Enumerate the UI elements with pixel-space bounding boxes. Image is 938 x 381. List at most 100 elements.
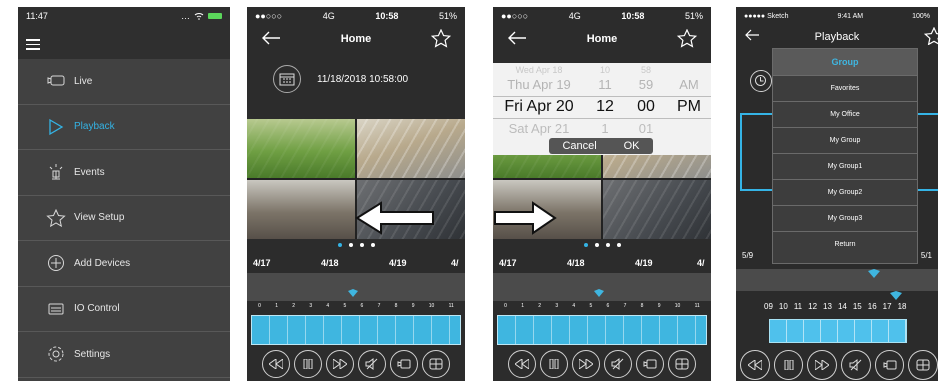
- group-dropdown[interactable]: Group Favorites My Office My Group My Gr…: [772, 48, 918, 264]
- page-dot-active[interactable]: [337, 243, 342, 247]
- settings-gear-icon: [48, 346, 64, 362]
- menu-item-add-devices[interactable]: Add Devices: [18, 241, 230, 287]
- hour-scale: 0 1 2 3 4 5 6 7 8 9 10 11: [247, 303, 465, 315]
- menu-item-io-control[interactable]: IO Control: [18, 287, 230, 332]
- menu-header: 11:47 …: [18, 7, 230, 59]
- picker-hour: 1: [601, 121, 609, 136]
- hour-label: 5: [589, 303, 593, 309]
- mute-button[interactable]: [604, 350, 632, 378]
- dropdown-item-my-group3[interactable]: My Group3: [773, 205, 917, 231]
- page-dots: [493, 243, 711, 247]
- recording-bar[interactable]: [497, 315, 707, 345]
- date-label: 4/19: [389, 258, 407, 268]
- menu-item-live[interactable]: Live: [18, 59, 230, 105]
- timeline-track[interactable]: [493, 273, 711, 301]
- camera-view-warehouse[interactable]: [357, 119, 465, 178]
- page-dot[interactable]: [594, 243, 599, 247]
- page-title: Home: [340, 33, 372, 45]
- dropdown-item-my-group1[interactable]: My Group1: [773, 153, 917, 179]
- timeline-marker-icon[interactable]: [594, 289, 604, 297]
- dropdown-item-favorites[interactable]: Favorites: [773, 75, 917, 101]
- pause-button[interactable]: [540, 350, 568, 378]
- swipe-left-arrow-icon: [355, 201, 434, 235]
- timeline-track[interactable]: [247, 273, 465, 301]
- hour-label: 9: [411, 303, 415, 309]
- favorite-star-icon[interactable]: [431, 29, 451, 48]
- playback-icon: [49, 118, 64, 135]
- fast-forward-button[interactable]: [572, 350, 600, 378]
- pause-button[interactable]: [773, 350, 804, 380]
- menu-item-events[interactable]: Events: [18, 150, 230, 196]
- ok-button[interactable]: OK: [624, 140, 640, 152]
- menu-item-label: Settings: [74, 348, 111, 360]
- live-view-button[interactable]: [390, 350, 418, 378]
- star-outline-icon: [46, 208, 66, 227]
- calendar-icon[interactable]: [273, 65, 301, 93]
- timeline-marker-icon[interactable]: [868, 269, 880, 278]
- rewind-button[interactable]: [262, 350, 290, 378]
- status-carrier: ●●○○○: [501, 11, 529, 21]
- status-time: 10:58: [621, 11, 645, 21]
- nav-bar: Home: [247, 25, 465, 53]
- cancel-button[interactable]: Cancel: [562, 140, 596, 152]
- date-selector[interactable]: 11/18/2018 10:58:00: [247, 63, 465, 95]
- rewind-button[interactable]: [508, 350, 536, 378]
- picker-period: [667, 121, 711, 136]
- fast-forward-button[interactable]: [326, 350, 354, 378]
- picker-period: PM: [677, 98, 701, 115]
- menu-item-view-setup[interactable]: View Setup: [18, 196, 230, 241]
- favorite-star-icon[interactable]: [677, 29, 697, 48]
- camera-view-patio[interactable]: [247, 180, 355, 239]
- camera-view-park[interactable]: [247, 119, 355, 178]
- add-device-icon: [48, 255, 64, 272]
- timeline-marker-icon[interactable]: [348, 289, 358, 297]
- fast-forward-button[interactable]: [807, 350, 838, 380]
- mute-button[interactable]: [358, 350, 386, 378]
- back-arrow-icon[interactable]: [261, 31, 281, 45]
- rewind-button[interactable]: [740, 350, 770, 380]
- timeline-marker-icon[interactable]: [890, 291, 902, 300]
- favorite-star-icon[interactable]: [924, 27, 938, 45]
- menu-item-playback[interactable]: Playback: [18, 105, 230, 150]
- fast-forward-icon: [579, 359, 593, 369]
- signal-icon: …: [181, 11, 190, 21]
- page-dot[interactable]: [359, 243, 364, 247]
- menu-item-settings[interactable]: Settings: [18, 332, 230, 378]
- pause-button[interactable]: [294, 350, 322, 378]
- date-label: 4/18: [321, 258, 339, 268]
- dropdown-item-return[interactable]: Return: [773, 231, 917, 257]
- picker-date: Wed Apr 18: [515, 65, 563, 75]
- dropdown-item-my-group[interactable]: My Group: [773, 127, 917, 153]
- page-title: Home: [586, 33, 618, 45]
- back-arrow-icon[interactable]: [744, 29, 760, 41]
- menu-item-label: IO Control: [74, 303, 120, 315]
- recording-bar[interactable]: [251, 315, 461, 345]
- picker-divider: [493, 118, 711, 119]
- layout-grid-button[interactable]: [668, 350, 696, 378]
- live-view-button[interactable]: [874, 350, 905, 380]
- page-dot[interactable]: [616, 243, 621, 247]
- layout-grid-button[interactable]: [908, 350, 938, 380]
- dropdown-item-my-group2[interactable]: My Group2: [773, 179, 917, 205]
- rewind-icon: [269, 359, 283, 369]
- mute-button[interactable]: [841, 350, 871, 380]
- page-dot[interactable]: [370, 243, 375, 247]
- page-dot[interactable]: [605, 243, 610, 247]
- hour-label: 12: [808, 302, 818, 311]
- clock-button[interactable]: [750, 70, 772, 92]
- recording-bar[interactable]: [769, 319, 907, 343]
- camera-view-highway[interactable]: [603, 180, 711, 239]
- back-arrow-icon[interactable]: [507, 31, 527, 45]
- page-dot[interactable]: [348, 243, 353, 247]
- dropdown-item-my-office[interactable]: My Office: [773, 101, 917, 127]
- page-dot-active[interactable]: [583, 243, 588, 247]
- phone-playback-group-screen: ●●●●● Sketch 9:41 AM 100% Playback 5/9 5…: [736, 7, 938, 381]
- menu-item-label: Live: [74, 75, 93, 87]
- status-network: 4G: [322, 11, 335, 21]
- layout-grid-button[interactable]: [422, 350, 450, 378]
- live-view-button[interactable]: [636, 350, 664, 378]
- hour-label: 11: [448, 303, 454, 309]
- hamburger-menu-icon[interactable]: [26, 39, 40, 53]
- timeline-track[interactable]: [736, 269, 938, 300]
- side-menu: Live Playback Events View Setup Add Devi…: [18, 59, 230, 378]
